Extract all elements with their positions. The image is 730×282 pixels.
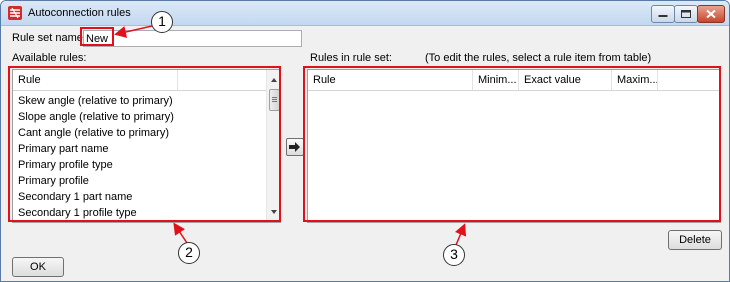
rules-in-set-label: Rules in rule set: <box>310 52 392 64</box>
highlight-box-rule-set-name <box>80 27 114 46</box>
callout-3: 3 <box>443 244 465 266</box>
title-bar: Autoconnection rules <box>1 1 729 26</box>
highlight-box-available-rules <box>8 66 281 222</box>
callout-2: 2 <box>178 242 200 264</box>
ok-button[interactable]: OK <box>12 257 64 277</box>
close-button[interactable] <box>697 5 725 23</box>
edit-hint-label: (To edit the rules, select a rule item f… <box>425 52 652 64</box>
app-icon <box>8 6 22 20</box>
maximize-icon <box>681 10 691 18</box>
rule-set-name-input[interactable] <box>83 30 302 47</box>
highlight-box-rules-in-set <box>303 66 721 222</box>
maximize-button[interactable] <box>674 5 698 23</box>
right-arrow-icon <box>289 142 300 152</box>
minimize-icon <box>658 15 668 17</box>
rule-set-name-label: Rule set name: <box>12 32 86 44</box>
delete-button[interactable]: Delete <box>668 230 722 250</box>
close-icon <box>706 9 716 19</box>
add-rule-button[interactable] <box>286 138 304 156</box>
window-title: Autoconnection rules <box>28 7 131 19</box>
available-rules-label: Available rules: <box>12 52 87 64</box>
callout-1: 1 <box>151 11 173 33</box>
minimize-button[interactable] <box>651 5 675 23</box>
